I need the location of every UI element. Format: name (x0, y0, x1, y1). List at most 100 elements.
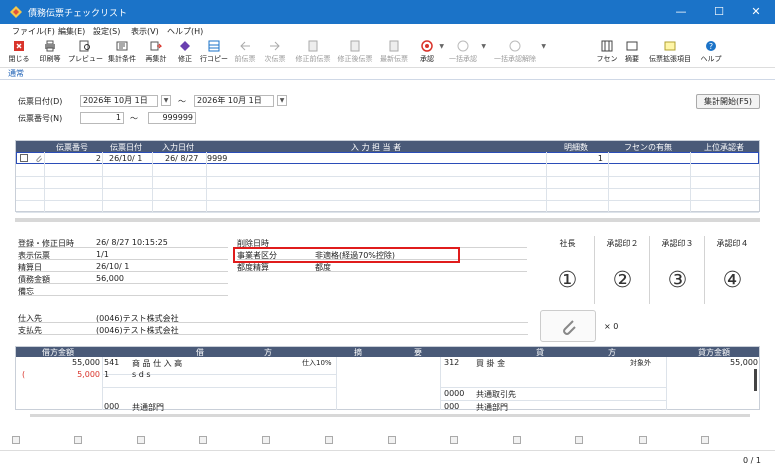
table-row[interactable] (16, 201, 759, 213)
debit-dept-code: 000 (104, 402, 120, 411)
toolbar-preview-button[interactable]: プレビュー (68, 40, 103, 66)
debit-code: 541 (104, 358, 120, 367)
item-text: s d s (132, 370, 151, 379)
approve-all-icon (457, 40, 469, 52)
function-keys (0, 430, 775, 450)
toolbar-print-button[interactable]: 印刷等 (36, 40, 64, 66)
fkey-6[interactable] (325, 436, 333, 444)
printer-icon (45, 40, 55, 52)
svg-text:?: ? (709, 42, 713, 51)
doc-icon (308, 40, 318, 52)
credit-dept-code: 000 (444, 402, 460, 411)
row-operator: 9999 (207, 154, 228, 163)
tab-row: 通常 (0, 68, 775, 80)
next-icon (270, 41, 280, 51)
date-label: 伝票日付(D) (18, 97, 63, 106)
journal-scrollbar[interactable] (754, 369, 757, 391)
toolbar-prev-button[interactable]: 前伝票 (232, 40, 258, 66)
credit-account: 買 掛 金 (476, 359, 506, 368)
paperclip-icon (36, 155, 43, 163)
toolbar-refresh-button[interactable]: 再集計 (142, 40, 170, 66)
toolbar-help-button[interactable]: ? ヘルプ (700, 40, 722, 66)
tax-amount: 5,000 (77, 370, 100, 379)
tab-normal[interactable]: 通常 (8, 68, 24, 79)
journal-entries: 借方金額 借 方 摘 要 貸 方 貸方金額 55,000 541 商 品 仕 入… (15, 346, 760, 412)
table-row[interactable] (16, 165, 759, 177)
credit-dept: 共通部門 (476, 403, 508, 412)
toolbar-latest-button[interactable]: 最新伝票 (378, 40, 410, 66)
toolbar-approve-button[interactable]: 承認 ▼ (416, 40, 444, 66)
updated-at-value: 26/ 8/27 10:15:25 (96, 238, 168, 247)
title-bar: 債務伝票チェックリスト — ☐ ✕ (0, 0, 775, 24)
date-from-field[interactable]: 2026年 10月 1日 (80, 95, 158, 107)
run-aggregate-button[interactable]: 集計開始(F5) (696, 94, 760, 109)
page-indicator: 0 / 1 (743, 456, 761, 465)
menu-view[interactable]: 表示(V) (131, 26, 159, 37)
credit-tax: 対象外 (630, 359, 651, 367)
table-row[interactable]: 2 26/10/ 1 26/ 8/27 9999 1 (16, 152, 759, 164)
approval-stamp-4[interactable]: 承認印４ ④ (705, 236, 760, 304)
fkey-10[interactable] (575, 436, 583, 444)
fkey-9[interactable] (513, 436, 521, 444)
toolbar-close-button[interactable]: 閉じる (8, 40, 30, 66)
toolbar-filter-button[interactable]: 集計条件 (106, 40, 138, 66)
date-tilde: 〜 (178, 97, 186, 106)
memo-icon (626, 41, 638, 51)
table-row[interactable] (16, 189, 759, 201)
menu-file[interactable]: ファイル(F) (12, 26, 55, 37)
doc-icon (389, 40, 399, 52)
close-button[interactable]: ✕ (737, 0, 775, 24)
fkey-11[interactable] (639, 436, 647, 444)
debit-dept: 共通部門 (132, 403, 164, 412)
toolbar-edit-button[interactable]: 修正 (174, 40, 196, 66)
app-icon (10, 6, 22, 18)
status-bar: 0 / 1 (0, 450, 775, 469)
toolbar-extend-button[interactable]: 伝票拡張項目 (646, 40, 694, 66)
fkey-2[interactable] (74, 436, 82, 444)
toolbar-approve-all-button[interactable]: 一括承認 ▼ (446, 40, 486, 66)
date-from-dropdown[interactable]: ▼ (161, 95, 171, 106)
close-icon (14, 41, 24, 51)
fkey-3[interactable] (137, 436, 145, 444)
menu-help[interactable]: ヘルプ(H) (167, 26, 203, 37)
toolbar-sticky-button[interactable]: フセン (596, 40, 618, 66)
toolbar-next-button[interactable]: 次伝票 (262, 40, 288, 66)
maximize-button[interactable]: ☐ (700, 0, 738, 24)
fkey-5[interactable] (262, 436, 270, 444)
menu-edit[interactable]: 編集(E) (58, 26, 85, 37)
toolbar-before-edit-button[interactable]: 修正前伝票 (294, 40, 332, 66)
approval-president[interactable]: 社長 ① (540, 236, 595, 304)
approval-stamp-3[interactable]: 承認印３ ③ (650, 236, 705, 304)
debit-amount: 55,000 (72, 358, 100, 367)
row-checkbox[interactable] (20, 154, 28, 162)
grid-scrollbar[interactable] (15, 218, 760, 222)
date-to-dropdown[interactable]: ▼ (277, 95, 287, 106)
row-date: 26/10/ 1 (109, 154, 143, 163)
number-from-field[interactable]: 1 (80, 112, 124, 124)
toolbar-memo-button[interactable]: 摘要 (622, 40, 642, 66)
approval-stamp-2[interactable]: 承認印２ ② (595, 236, 650, 304)
fkey-8[interactable] (450, 436, 458, 444)
toolbar-copy-button[interactable]: 行コピー (200, 40, 228, 66)
number-to-field[interactable]: 999999 (148, 112, 196, 124)
journal-h-scrollbar[interactable] (30, 414, 750, 417)
settle-date-value: 26/10/ 1 (96, 262, 130, 271)
debit-account: 商 品 仕 入 高 (132, 359, 183, 368)
fkey-12[interactable] (701, 436, 709, 444)
toolbar-after-edit-button[interactable]: 修正後伝票 (336, 40, 374, 66)
menu-settings[interactable]: 設定(S) (93, 26, 120, 37)
fkey-7[interactable] (388, 436, 396, 444)
debt-amount-value: 56,000 (96, 274, 124, 283)
number-label: 伝票番号(N) (18, 114, 63, 123)
attachment-button[interactable] (540, 310, 596, 342)
table-row[interactable] (16, 177, 759, 189)
minimize-button[interactable]: — (662, 0, 700, 24)
refresh-icon (150, 41, 162, 51)
date-to-field[interactable]: 2026年 10月 1日 (194, 95, 274, 107)
fkey-4[interactable] (199, 436, 207, 444)
grid-header: 伝票番号 伝票日付 入力日付 入 力 担 当 者 明細数 フセンの有無 上位承認… (16, 141, 759, 152)
toolbar-approve-cancel-button[interactable]: 一括承認解除 ▼ (490, 40, 546, 66)
fkey-1[interactable] (12, 436, 20, 444)
journal-header: 借方金額 借 方 摘 要 貸 方 貸方金額 (16, 347, 759, 357)
row-input-date: 26/ 8/27 (165, 154, 199, 163)
